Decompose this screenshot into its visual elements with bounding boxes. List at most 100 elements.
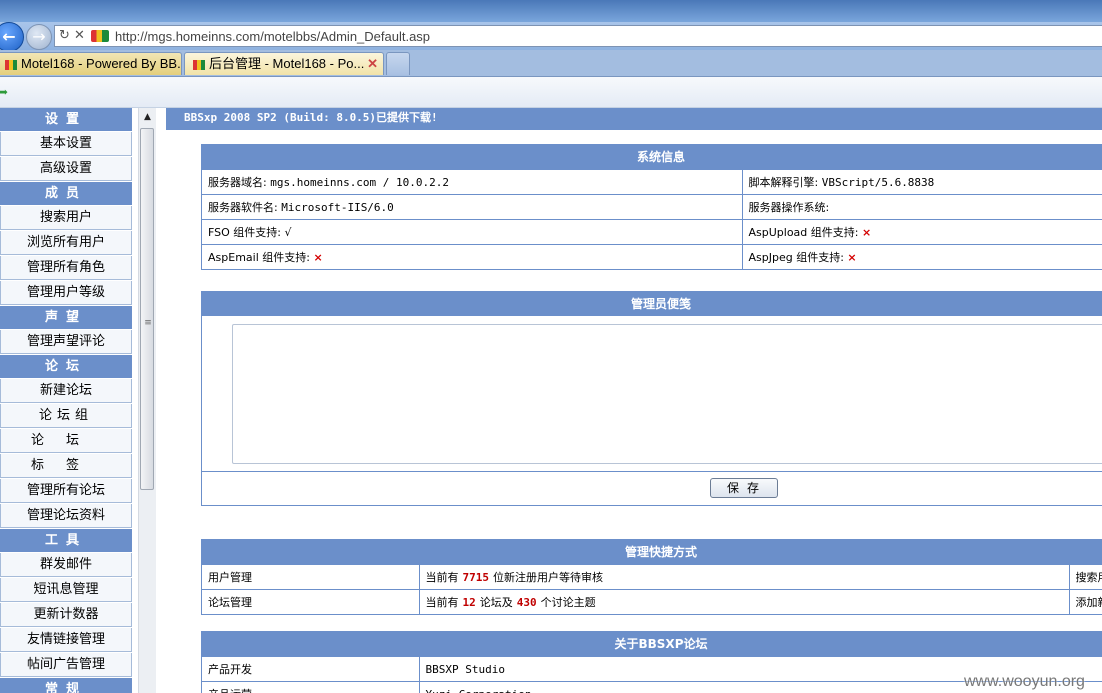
table-row: 用户管理 当前有 7715位新注册用户等待审核 搜索用 bbox=[202, 564, 1102, 590]
system-info-panel: 系统信息 服务器域名: mgs.homeinns.com / 10.0.2.2 … bbox=[201, 144, 1102, 270]
shortcut-status: 当前有 7715 位新注册用户等待审核 bbox=[418, 564, 1069, 590]
sidebar-item-advanced-settings[interactable]: 高级设置 bbox=[0, 157, 132, 181]
shortcut-link[interactable]: 添加新 bbox=[1068, 589, 1102, 614]
tab-label: 后台管理 - Motel168 - Po... bbox=[209, 56, 365, 71]
cross-icon: × bbox=[847, 251, 857, 264]
admin-notes-panel: 管理员便笺 保存 bbox=[201, 291, 1102, 506]
sidebar-item-messages[interactable]: 短讯息管理 bbox=[0, 578, 132, 602]
tab-forum-home[interactable]: Motel168 - Powered By BB... bbox=[0, 52, 182, 75]
sidebar-item-reputation-comments[interactable]: 管理声望评论 bbox=[0, 330, 132, 354]
sidebar-item-forums[interactable]: 论坛 bbox=[0, 429, 132, 453]
url-text[interactable]: http://mgs.homeinns.com/motelbbs/Admin_D… bbox=[115, 29, 430, 44]
site-favicon-icon bbox=[5, 59, 17, 70]
sidebar-section-tools: 工具 bbox=[0, 529, 132, 553]
info-label: 服务器域名: bbox=[208, 176, 267, 189]
scrollbar-thumb[interactable]: ≡ bbox=[140, 128, 154, 490]
sidebar-item-manage-roles[interactable]: 管理所有角色 bbox=[0, 256, 132, 280]
sidebar-item-tags[interactable]: 标签 bbox=[0, 454, 132, 478]
address-bar[interactable]: ↻ ✕ http://mgs.homeinns.com/motelbbs/Adm… bbox=[54, 25, 1102, 47]
info-value: mgs.homeinns.com / 10.0.2.2 bbox=[270, 176, 450, 189]
sidebar-item-new-forum[interactable]: 新建论坛 bbox=[0, 379, 132, 403]
window-titlebar bbox=[0, 0, 1102, 22]
new-tab-button[interactable] bbox=[386, 52, 410, 75]
sidebar-item-mass-mail[interactable]: 群发邮件 bbox=[0, 553, 132, 577]
shortcuts-table: 用户管理 当前有 7715位新注册用户等待审核 搜索用 论坛管理 当前有 12论坛及… bbox=[202, 564, 1102, 614]
stop-icon[interactable]: ✕ bbox=[74, 28, 85, 43]
announcement-bar[interactable]: BBSxp 2008 SP2 (Build: 8.0.5)已提供下载! bbox=[166, 108, 1102, 130]
divider bbox=[202, 471, 1102, 472]
panel-title: 系统信息 bbox=[202, 145, 1102, 169]
sidebar-item-manage-forums[interactable]: 管理所有论坛 bbox=[0, 479, 132, 503]
info-label: AspJpeg 组件支持: bbox=[748, 251, 844, 264]
notes-textarea[interactable] bbox=[232, 324, 1102, 464]
shortcut-label: 论坛管理 bbox=[202, 589, 419, 614]
sidebar-item-browse-users[interactable]: 浏览所有用户 bbox=[0, 231, 132, 255]
info-label: AspEmail 组件支持: bbox=[208, 251, 310, 264]
shortcut-link[interactable]: 搜索用 bbox=[1068, 564, 1102, 590]
table-row: AspEmail 组件支持: × AspJpeg 组件支持: × bbox=[202, 244, 1102, 269]
status-text: 论坛及 bbox=[479, 596, 513, 609]
command-bar: ➥ bbox=[0, 77, 1102, 108]
sidebar-section-general: 常规 bbox=[0, 678, 132, 693]
reload-icon[interactable]: ↻ bbox=[59, 28, 70, 43]
admin-main: BBSxp 2008 SP2 (Build: 8.0.5)已提供下载! 系统信息… bbox=[166, 108, 1102, 693]
table-cell: 服务器域名: mgs.homeinns.com / 10.0.2.2 bbox=[202, 169, 742, 195]
status-text: 位新注册用户等待审核 bbox=[493, 571, 603, 584]
info-label: 脚本解释引擎: bbox=[748, 176, 819, 189]
system-info-table: 服务器域名: mgs.homeinns.com / 10.0.2.2 脚本解释引… bbox=[202, 169, 1102, 269]
watermark-text: www.wooyun.org bbox=[964, 673, 1085, 690]
table-cell: FSO 组件支持: √ bbox=[202, 219, 742, 245]
info-value: VBScript/5.6.8838 bbox=[821, 176, 935, 189]
grip-icon: ≡ bbox=[144, 318, 152, 328]
sidebar-item-friend-links[interactable]: 友情链接管理 bbox=[0, 628, 132, 652]
tab-bar: Motel168 - Powered By BB... 后台管理 - Motel… bbox=[0, 50, 1102, 77]
panel-title: 管理快捷方式 bbox=[202, 540, 1102, 564]
close-icon[interactable]: ✕ bbox=[367, 53, 378, 75]
table-cell: 服务器操作系统: bbox=[741, 194, 1102, 220]
table-cell: AspEmail 组件支持: × bbox=[202, 244, 742, 269]
status-text: 个讨论主题 bbox=[540, 596, 596, 609]
sidebar-item-forum-data[interactable]: 管理论坛资料 bbox=[0, 504, 132, 528]
table-row: 服务器域名: mgs.homeinns.com / 10.0.2.2 脚本解释引… bbox=[202, 169, 1102, 195]
cross-icon: × bbox=[861, 226, 872, 239]
sidebar-section-forums: 论坛 bbox=[0, 355, 132, 379]
info-label: 服务器软件名: bbox=[208, 201, 278, 214]
sidebar-item-update-counters[interactable]: 更新计数器 bbox=[0, 603, 132, 627]
panel-title: 管理员便笺 bbox=[202, 292, 1102, 316]
sidebar-item-search-users[interactable]: 搜索用户 bbox=[0, 206, 132, 230]
shortcut-status: 当前有 12 论坛及 430 个讨论主题 bbox=[418, 589, 1069, 614]
table-row: 服务器软件名: Microsoft-IIS/6.0 服务器操作系统: bbox=[202, 194, 1102, 220]
sidebar-item-user-levels[interactable]: 管理用户等级 bbox=[0, 281, 132, 305]
sidebar-scrollbar[interactable]: ▲ ≡ bbox=[138, 108, 156, 693]
table-cell: 服务器软件名: Microsoft-IIS/6.0 bbox=[202, 194, 742, 220]
info-label: FSO 组件支持: bbox=[208, 226, 281, 239]
tab-label: Motel168 - Powered By BB... bbox=[21, 56, 182, 71]
sidebar-item-basic-settings[interactable]: 基本设置 bbox=[0, 132, 132, 156]
admin-shortcuts-panel: 管理快捷方式 用户管理 当前有 7715位新注册用户等待审核 搜索用 论坛管理 当… bbox=[201, 539, 1102, 615]
favorites-icon[interactable]: ➥ bbox=[0, 85, 8, 99]
forward-arrow-icon[interactable]: → bbox=[26, 24, 52, 50]
cross-icon: × bbox=[313, 251, 323, 264]
pending-users-count[interactable]: 7715 bbox=[463, 571, 490, 584]
admin-sidebar: 设置 基本设置 高级设置 成员 搜索用户 浏览所有用户 管理所有角色 管理用户等… bbox=[0, 108, 132, 693]
save-button[interactable]: 保存 bbox=[710, 478, 778, 498]
forum-count[interactable]: 12 bbox=[463, 596, 476, 609]
scroll-up-arrow-icon[interactable]: ▲ bbox=[139, 108, 156, 126]
check-icon: √ bbox=[284, 226, 292, 239]
sidebar-section-members: 成员 bbox=[0, 182, 132, 206]
info-value: Microsoft-IIS/6.0 bbox=[281, 201, 394, 214]
topic-count[interactable]: 430 bbox=[517, 596, 537, 609]
tab-admin[interactable]: 后台管理 - Motel168 - Po... ✕ bbox=[184, 52, 384, 75]
status-text: 当前有 bbox=[425, 596, 459, 609]
table-row: 论坛管理 当前有 12论坛及 430个讨论主题 添加新 bbox=[202, 589, 1102, 614]
site-favicon-icon bbox=[91, 30, 109, 42]
about-label: 产品开发 bbox=[202, 656, 419, 682]
sidebar-section-reputation: 声望 bbox=[0, 306, 132, 330]
status-text: 当前有 bbox=[425, 571, 459, 584]
sidebar-item-post-ads[interactable]: 帖间广告管理 bbox=[0, 653, 132, 677]
back-arrow-icon[interactable]: ← bbox=[0, 22, 24, 52]
site-favicon-icon bbox=[193, 59, 205, 70]
info-label: AspUpload 组件支持: bbox=[748, 226, 859, 239]
navigation-bar: ← → ↻ ✕ http://mgs.homeinns.com/motelbbs… bbox=[0, 22, 1102, 52]
sidebar-item-forum-groups[interactable]: 论坛组 bbox=[0, 404, 132, 428]
